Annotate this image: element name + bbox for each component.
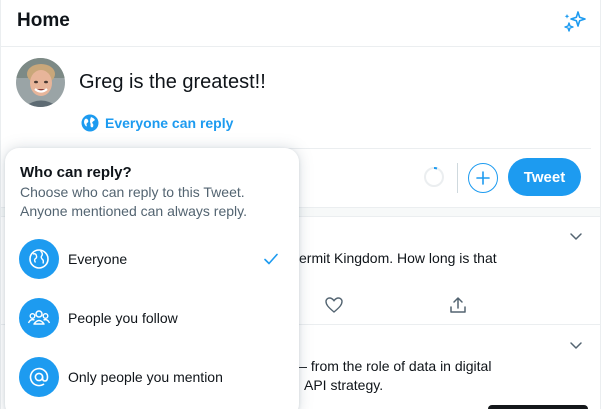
plus-icon <box>476 171 490 185</box>
reply-option-label: Everyone <box>68 251 128 267</box>
check-icon <box>264 253 278 265</box>
add-tweet-button[interactable] <box>468 163 498 193</box>
column-border-right <box>600 0 601 409</box>
avatar-photo-icon <box>16 58 65 107</box>
menu-description: Choose who can reply to this Tweet. Anyo… <box>20 184 247 219</box>
share-icon[interactable] <box>448 295 468 315</box>
character-count-ring-icon <box>424 166 444 187</box>
toolbar-separator <box>457 163 458 193</box>
who-can-reply-menu: Who can reply? Choose who can reply to t… <box>5 148 299 409</box>
chevron-down-icon[interactable] <box>566 226 586 246</box>
at-icon <box>19 357 59 397</box>
globe-icon <box>81 114 99 132</box>
reply-setting-label: Everyone can reply <box>105 115 234 131</box>
reply-option-only-mentioned[interactable]: Only people you mention <box>5 348 299 406</box>
reply-option-label: Only people you mention <box>68 369 223 385</box>
reply-option-everyone[interactable]: Everyone <box>5 230 299 288</box>
menu-title: Who can reply? <box>20 164 132 181</box>
reply-option-label: People you follow <box>68 310 178 326</box>
people-icon <box>19 298 59 338</box>
sparkle-icon <box>564 11 586 32</box>
reply-setting-button[interactable]: Everyone can reply <box>81 112 233 134</box>
tweet-media-thumbnail[interactable] <box>488 405 588 409</box>
like-icon[interactable] <box>324 295 344 315</box>
tweet-button[interactable]: Tweet <box>508 158 581 196</box>
chevron-down-icon[interactable] <box>566 335 586 355</box>
tweet-composer-input[interactable]: Greg is the greatest!! <box>79 71 266 94</box>
reply-option-people-you-follow[interactable]: People you follow <box>5 289 299 347</box>
tweet-text-line: API strategy. <box>304 377 384 393</box>
top-tweets-button[interactable] <box>561 8 589 36</box>
avatar[interactable] <box>16 58 65 107</box>
tweet-text: ermit Kingdom. How long is that <box>299 250 497 266</box>
tweet-text-line: — from the role of data in digital <box>293 358 492 374</box>
globe-icon <box>19 239 59 279</box>
page-title: Home <box>17 10 70 31</box>
home-header: Home <box>1 0 600 47</box>
